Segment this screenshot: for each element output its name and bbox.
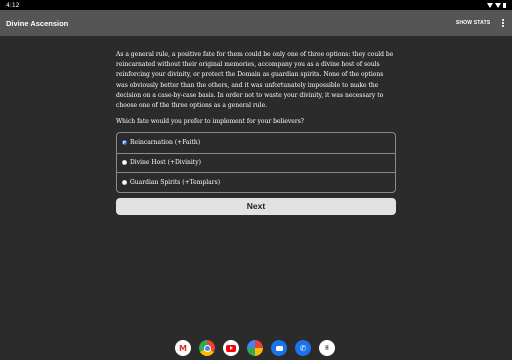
radio-unselected-icon[interactable] [122,179,127,185]
signal-icon [495,2,501,8]
choice-question: Which fate would you prefer to implement… [116,118,305,126]
choice-option-divine-host[interactable]: Divine Host (+Divinity) [117,152,395,173]
choice-option-reincarnation[interactable]: Reincarnation (+Faith) [117,133,395,153]
gmail-icon[interactable]: M [175,340,191,356]
choice-label: Reincarnation (+Faith) [130,139,201,147]
choice-label: Divine Host (+Divinity) [130,159,201,167]
status-bar: 4:12 [0,0,512,10]
story-content: As a general rule, a positive fate for t… [116,50,396,215]
choice-list: Reincarnation (+Faith) Divine Host (+Div… [116,132,396,193]
show-stats-button[interactable]: SHOW STATS [456,20,491,26]
status-icons [487,2,506,8]
app-title: Divine Ascension [6,18,69,28]
choice-option-guardian-spirits[interactable]: Guardian Spirits (+Templars) [117,172,395,192]
chrome-icon[interactable] [199,340,215,356]
battery-icon [503,2,506,8]
radio-selected-icon[interactable] [122,140,127,146]
more-options-icon[interactable] [500,17,506,28]
radio-unselected-icon[interactable] [122,160,127,166]
next-button[interactable]: Next [116,197,396,215]
choice-label: Guardian Spirits (+Templars) [130,178,221,186]
app-bar: Divine Ascension SHOW STATS [0,10,512,36]
story-passage: As a general rule, a positive fate for t… [116,51,394,110]
wifi-icon [487,2,493,8]
app-actions: SHOW STATS [456,17,506,28]
status-time: 4:12 [6,1,20,9]
app-drawer-icon[interactable]: ⠿ [319,340,335,356]
app-dock: M ✆ ⠿ [175,339,335,357]
photos-icon[interactable] [247,340,263,356]
messages-icon[interactable] [271,340,287,356]
phone-icon[interactable]: ✆ [295,340,311,356]
youtube-icon[interactable] [223,340,239,356]
